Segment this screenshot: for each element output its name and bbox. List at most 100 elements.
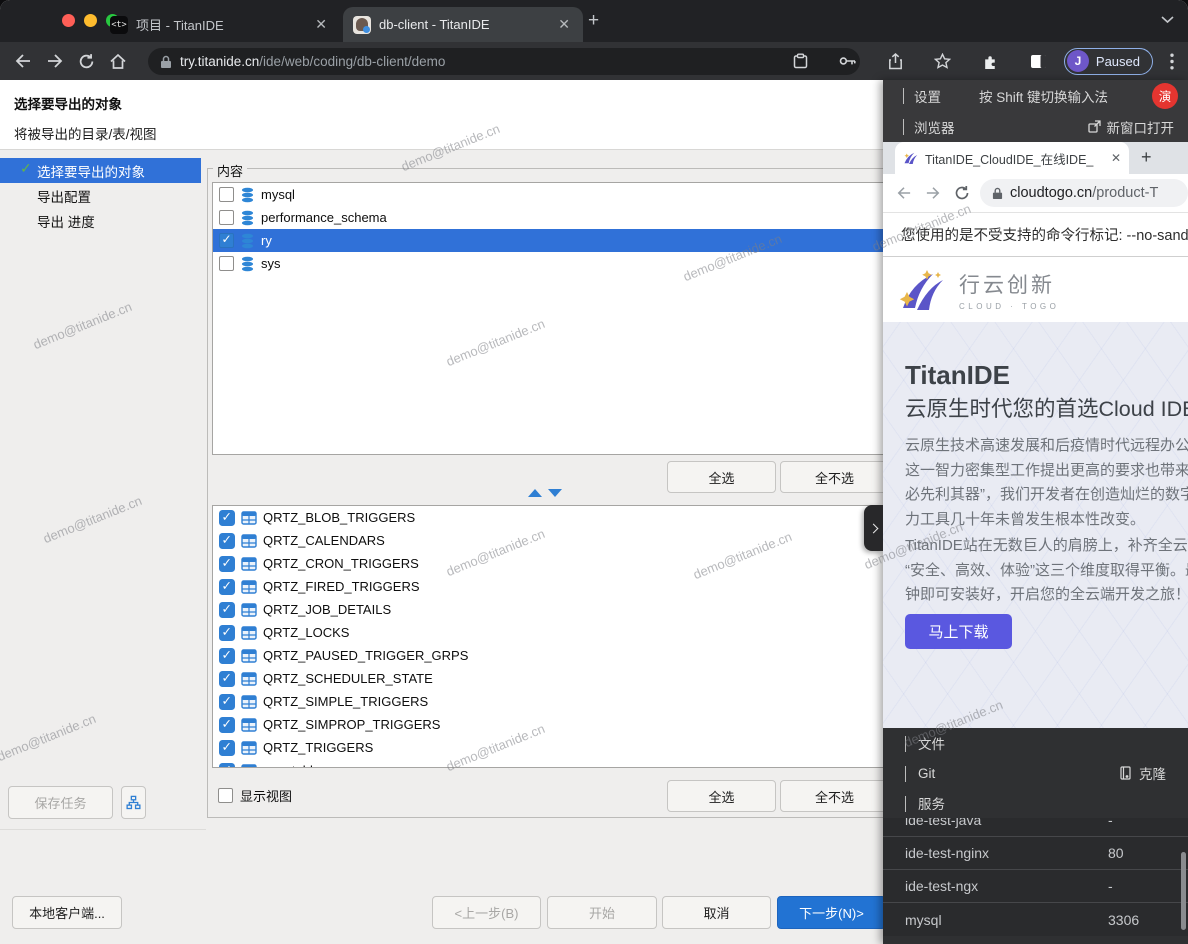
close-tab-icon[interactable]: ✕	[312, 16, 330, 33]
new-tab-button[interactable]: +	[588, 11, 599, 30]
wizard-step[interactable]: ✓ 导出 进度	[0, 208, 201, 233]
table-icon	[241, 649, 257, 663]
table-checkbox[interactable]	[219, 648, 235, 664]
open-new-window-button[interactable]: 新窗口打开	[1088, 117, 1175, 137]
demo-badge[interactable]: 演	[1152, 83, 1178, 109]
show-views-checkbox[interactable]	[218, 788, 233, 803]
back-icon[interactable]	[896, 186, 912, 200]
table-checkbox[interactable]	[219, 763, 235, 769]
table-checkbox[interactable]	[219, 717, 235, 733]
database-row[interactable]: performance_schema	[213, 206, 989, 229]
forward-icon[interactable]	[46, 53, 64, 69]
git-clone-button[interactable]: 克隆	[1119, 763, 1166, 783]
password-key-icon[interactable]	[839, 55, 857, 67]
panel-collapse-handle[interactable]	[864, 505, 883, 551]
services-section-row[interactable]: 服务	[883, 788, 1188, 818]
address-bar[interactable]: try.titanide.cn/ide/web/coding/db-client…	[148, 48, 860, 75]
step-label: 导出配置	[37, 186, 91, 206]
next-step-button[interactable]: 下一步(N)>	[777, 896, 886, 929]
table-row[interactable]: QRTZ_CRON_TRIGGERS	[213, 552, 989, 575]
table-checkbox[interactable]	[219, 510, 235, 526]
files-section-row[interactable]: 文件	[883, 728, 1188, 758]
home-icon[interactable]	[109, 53, 127, 70]
select-all-top-button[interactable]: 全选	[667, 461, 776, 493]
select-none-top-button[interactable]: 全不选	[780, 461, 889, 493]
database-checkbox[interactable]	[219, 233, 234, 248]
database-row[interactable]: sys	[213, 252, 989, 275]
tab-title: 项目 - TitanIDE	[136, 15, 304, 34]
share-icon[interactable]	[888, 53, 903, 70]
database-checkbox[interactable]	[219, 256, 234, 271]
service-row[interactable]: mysql 3306	[883, 903, 1188, 936]
start-button[interactable]: 开始	[547, 896, 657, 929]
table-row[interactable]: gen_table	[213, 759, 989, 768]
back-icon[interactable]	[14, 53, 32, 69]
table-checkbox[interactable]	[219, 556, 235, 572]
table-row[interactable]: QRTZ_LOCKS	[213, 621, 989, 644]
database-row[interactable]: mysql	[213, 183, 989, 206]
tab-project[interactable]: <t> 项目 - TitanIDE ✕	[100, 7, 340, 42]
settings-label: 设置	[914, 86, 941, 106]
bookmark-star-icon[interactable]	[934, 53, 951, 69]
forward-icon[interactable]	[925, 186, 941, 200]
table-checkbox[interactable]	[219, 625, 235, 641]
table-name: QRTZ_CRON_TRIGGERS	[263, 556, 419, 571]
cancel-button[interactable]: 取消	[662, 896, 771, 929]
close-icon[interactable]: ✕	[1111, 151, 1121, 165]
local-client-button[interactable]: 本地客户端...	[12, 896, 122, 929]
minimize-window-button[interactable]	[84, 14, 97, 27]
download-button[interactable]: 马上下载	[905, 614, 1012, 649]
brand-header: 行云创新 CLOUD · TOGO	[883, 257, 1188, 322]
menu-kebab-icon[interactable]	[1170, 53, 1174, 70]
reload-icon[interactable]	[954, 185, 970, 201]
table-row[interactable]: QRTZ_JOB_DETAILS	[213, 598, 989, 621]
extensions-puzzle-icon[interactable]	[982, 53, 999, 70]
splitter-handle[interactable]	[528, 489, 562, 497]
files-label: 文件	[918, 733, 945, 753]
show-views-label: 显示视图	[240, 786, 292, 805]
table-row[interactable]: QRTZ_SCHEDULER_STATE	[213, 667, 989, 690]
show-views-option[interactable]: 显示视图	[218, 786, 292, 805]
wizard-step[interactable]: ✓ 导出配置	[0, 183, 201, 208]
database-checkbox[interactable]	[219, 187, 234, 202]
select-all-bottom-button[interactable]: 全选	[667, 780, 776, 812]
save-page-icon[interactable]	[793, 53, 808, 69]
splitter-up-icon[interactable]	[528, 489, 542, 497]
table-row[interactable]: QRTZ_TRIGGERS	[213, 736, 989, 759]
preview-tab[interactable]: TitanIDE_CloudIDE_在线IDE_ ✕	[895, 142, 1129, 174]
save-task-button[interactable]: 保存任务	[8, 786, 113, 819]
wizard-step[interactable]: ✓ 选择要导出的对象	[0, 158, 201, 183]
table-checkbox[interactable]	[219, 602, 235, 618]
database-icon	[240, 233, 255, 249]
table-row[interactable]: QRTZ_SIMPLE_TRIGGERS	[213, 690, 989, 713]
tab-db-client[interactable]: db-client - TitanIDE ✕	[343, 7, 583, 42]
database-row[interactable]: ry	[213, 229, 989, 252]
preview-new-tab-button[interactable]: +	[1141, 147, 1152, 168]
preview-address-bar[interactable]: cloudtogo.cn/product-T	[980, 179, 1188, 207]
table-row[interactable]: QRTZ_FIRED_TRIGGERS	[213, 575, 989, 598]
service-row[interactable]: ide-test-ngx -	[883, 870, 1188, 903]
tab-search-chevron-icon[interactable]	[1161, 15, 1174, 24]
service-row[interactable]: ide-test-nginx 80	[883, 837, 1188, 870]
close-tab-icon[interactable]: ✕	[555, 16, 573, 33]
splitter-down-icon[interactable]	[548, 489, 562, 497]
close-window-button[interactable]	[62, 14, 75, 27]
previous-step-button[interactable]: <上一步(B)	[432, 896, 541, 929]
reload-icon[interactable]	[78, 53, 95, 70]
side-panel-icon[interactable]	[1030, 54, 1047, 69]
settings-section-row[interactable]: 设置 按 Shift 键切换输入法 演	[883, 80, 1188, 111]
browser-section-row[interactable]: 浏览器 新窗口打开	[883, 111, 1188, 142]
table-row[interactable]: QRTZ_PAUSED_TRIGGER_GRPS	[213, 644, 989, 667]
table-checkbox[interactable]	[219, 579, 235, 595]
database-checkbox[interactable]	[219, 210, 234, 225]
select-none-bottom-button[interactable]: 全不选	[780, 780, 889, 812]
table-checkbox[interactable]	[219, 740, 235, 756]
table-checkbox[interactable]	[219, 533, 235, 549]
scrollbar-thumb[interactable]	[1181, 852, 1186, 930]
task-scheme-button[interactable]	[121, 786, 146, 819]
table-row[interactable]: QRTZ_SIMPROP_TRIGGERS	[213, 713, 989, 736]
profile-button[interactable]: J Paused	[1064, 48, 1153, 75]
git-section-row[interactable]: Git 克隆	[883, 758, 1188, 788]
table-checkbox[interactable]	[219, 671, 235, 687]
table-checkbox[interactable]	[219, 694, 235, 710]
